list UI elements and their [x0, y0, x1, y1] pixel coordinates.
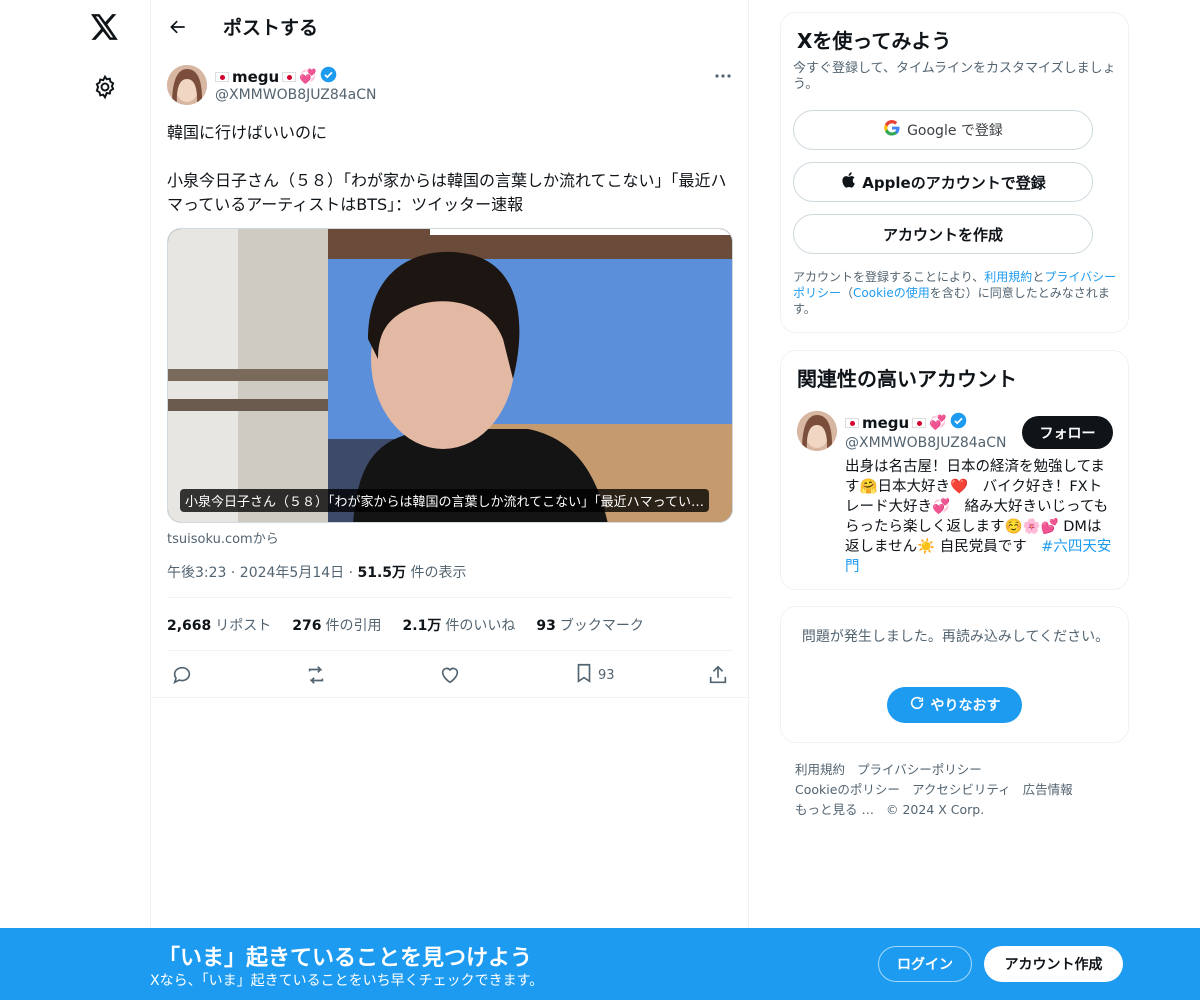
create-account-label: アカウントを作成	[882, 225, 1003, 244]
login-prompt-bar: 「いま」起きていることを見つけよう Xなら、「いま」起きていることをいち早くチェ…	[0, 928, 1200, 1000]
japan-flag-icon	[912, 417, 927, 428]
left-navigation	[0, 0, 150, 1000]
footer-link-cookie[interactable]: Cookieのポリシー	[795, 782, 900, 797]
signup-button[interactable]: アカウント作成	[984, 946, 1123, 982]
post-text: 韓国に行けばいいのに 小泉今日子さん（５８）「わが家からは韓国の言葉しか流れてこ…	[167, 123, 727, 214]
repost-icon[interactable]	[304, 663, 328, 687]
engagement-stats: 2,668 リポスト 276 件の引用 2.1万 件のいいね 93 ブックマーク	[167, 615, 644, 635]
author-handle[interactable]: @XMMWOB8JUZ84aCN	[215, 87, 377, 103]
avatar[interactable]	[167, 65, 207, 105]
footer-link-privacy[interactable]: プライバシーポリシー	[857, 762, 982, 777]
x-logo-icon[interactable]	[89, 11, 121, 43]
related-account-bio: 出身は名古屋！日本の経済を勉強してます🤗日本大好き❤️ バイク好き！FXトレード…	[845, 457, 1115, 577]
like-icon[interactable]	[439, 663, 461, 687]
related-name-text: megu	[862, 413, 910, 432]
stat-likes[interactable]: 2.1万 件のいいね	[403, 615, 516, 635]
stat-reposts[interactable]: 2,668 リポスト	[167, 615, 271, 635]
apple-signup-label: Appleのアカウントで登録	[862, 173, 1046, 192]
japan-flag-icon	[282, 71, 297, 82]
footer-link-accessibility[interactable]: アクセシビリティ	[912, 782, 1011, 797]
legal-text: （	[841, 286, 854, 300]
reply-icon[interactable]	[171, 663, 193, 687]
related-accounts-card: 関連性の高いアカウント megu 💞 @XMMWOB8JUZ84aCN フォロー…	[780, 350, 1129, 590]
media-thumbnail	[168, 229, 732, 522]
bookmark-icon	[574, 662, 594, 688]
google-signup-label: Google で登録	[907, 123, 1003, 139]
divider	[167, 597, 733, 598]
divider	[167, 650, 733, 651]
google-signup-button[interactable]: Google で登録	[793, 110, 1093, 150]
divider	[151, 697, 750, 698]
views-count: 51.5万	[357, 565, 407, 581]
footer-copyright: © 2024 X Corp.	[885, 802, 985, 817]
legal-text: と	[1032, 270, 1045, 284]
bookmark-button[interactable]: 93	[574, 663, 615, 687]
related-account-name[interactable]: megu 💞	[845, 412, 967, 433]
post-meta: 午後3:23 · 2024年5月14日 · 51.5万 件の表示	[167, 562, 467, 582]
two-hearts-icon: 💞	[929, 414, 947, 431]
settings-gear-icon[interactable]	[92, 74, 118, 100]
footer-link-more[interactable]: もっと見る …	[795, 802, 874, 817]
bookmark-count: 93	[598, 667, 615, 683]
cookie-link[interactable]: Cookieの使用	[853, 286, 930, 300]
signup-title: Xを使ってみよう	[797, 29, 952, 53]
footer-link-terms[interactable]: 利用規約	[795, 762, 845, 777]
related-account-handle[interactable]: @XMMWOB8JUZ84aCN	[845, 435, 1007, 451]
post-media-card[interactable]: 小泉今日子さん（５８）「わが家からは韓国の言葉しか流れてこない」「最近ハマってい…	[167, 228, 733, 523]
views-label: 件の表示	[410, 565, 467, 581]
japan-flag-icon	[845, 417, 859, 428]
media-caption: 小泉今日子さん（５８）「わが家からは韓国の言葉しか流れてこない」「最近ハマってい…	[180, 489, 709, 512]
apple-signup-button[interactable]: Appleのアカウントで登録	[793, 162, 1093, 202]
link-source[interactable]: tsuisoku.comから	[167, 528, 279, 547]
follow-button[interactable]: フォロー	[1022, 416, 1113, 449]
retry-label: やりなおす	[930, 698, 1001, 714]
footer-link-ads[interactable]: 広告情報	[1023, 782, 1073, 797]
japan-flag-icon	[215, 71, 229, 82]
page-title: ポストする	[223, 17, 319, 39]
signup-card: Xを使ってみよう 今すぐ登録して、タイムラインをカスタマイズしましょう。 Goo…	[780, 12, 1129, 333]
share-icon[interactable]	[707, 663, 729, 687]
refresh-icon	[909, 695, 925, 715]
author-name-row[interactable]: megu 💞	[215, 66, 337, 87]
google-icon	[883, 119, 901, 141]
apple-icon	[840, 171, 856, 193]
legal-text: アカウントを登録することにより、	[793, 270, 985, 284]
signup-legal-text: アカウントを登録することにより、利用規約とプライバシーポリシー（Cookieの使…	[793, 269, 1120, 317]
main-column: ポストする megu 💞 @XMMWOB8JUZ84aCN 韓国に行けばいいのに…	[150, 0, 750, 1000]
avatar[interactable]	[797, 411, 837, 451]
related-accounts-title: 関連性の高いアカウント	[797, 367, 1017, 391]
retry-button[interactable]: やりなおす	[887, 687, 1022, 723]
bottom-bar-title: 「いま」起きていることを見つけよう	[158, 946, 533, 971]
stat-bookmarks[interactable]: 93 ブックマーク	[536, 615, 643, 635]
error-card: 問題が発生しました。再読み込みしてください。 やりなおす	[780, 606, 1129, 743]
post-timestamp[interactable]: 午後3:23 · 2024年5月14日	[167, 565, 344, 581]
error-message: 問題が発生しました。再読み込みしてください。	[801, 629, 1110, 645]
page-header: ポストする	[151, 0, 748, 53]
bottom-bar-subtitle: Xなら、「いま」起きていることをいち早くチェックできます。	[150, 973, 544, 989]
signup-subtitle: 今すぐ登録して、タイムラインをカスタマイズしましょう。	[793, 61, 1116, 92]
stat-quotes[interactable]: 276 件の引用	[292, 615, 381, 635]
two-hearts-icon: 💞	[299, 68, 317, 85]
post-author: megu 💞 @XMMWOB8JUZ84aCN	[167, 65, 735, 107]
post-actions: 93	[167, 663, 733, 689]
verified-badge-icon	[950, 412, 967, 433]
author-name: megu	[232, 67, 280, 86]
back-arrow-icon[interactable]	[167, 16, 189, 38]
sidebar-footer: 利用規約 プライバシーポリシー Cookieのポリシー アクセシビリティ 広告情報 も…	[795, 760, 1115, 820]
terms-link[interactable]: 利用規約	[984, 270, 1032, 284]
create-account-button[interactable]: アカウントを作成	[793, 214, 1093, 254]
login-button[interactable]: ログイン	[878, 946, 972, 982]
meta-separator: ·	[348, 565, 358, 581]
more-icon[interactable]	[711, 67, 735, 85]
verified-badge-icon	[320, 66, 337, 87]
